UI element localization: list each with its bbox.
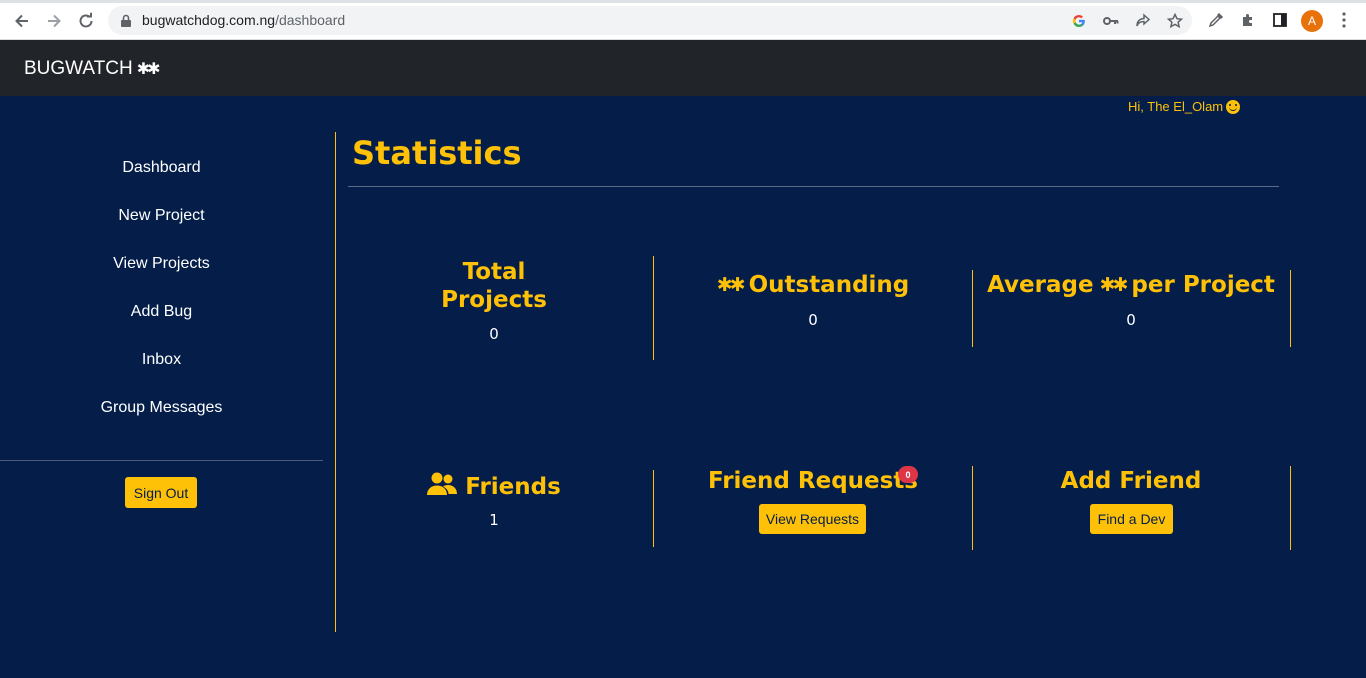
eyedropper-icon[interactable] <box>1206 10 1226 30</box>
stat-outstanding-value: 0 <box>808 311 818 329</box>
sidebar-item-inbox[interactable]: Inbox <box>0 351 323 369</box>
forward-icon[interactable] <box>41 8 67 34</box>
stat-total-projects-line2: Projects <box>441 287 547 313</box>
sidebar-divider <box>0 460 323 461</box>
page-title: Statistics <box>352 134 522 172</box>
browser-toolbar: bugwatchdog.com.ng/dashboard A <box>0 0 1366 40</box>
sidebar-item-view-projects[interactable]: View Projects <box>0 255 323 273</box>
find-a-dev-button[interactable]: Find a Dev <box>1090 504 1173 534</box>
friends-label: Friends <box>465 474 561 500</box>
stat-average-value: 0 <box>1126 311 1136 329</box>
add-friend-title: Add Friend <box>1060 468 1202 494</box>
stat-outstanding-label: Outstanding <box>748 272 910 298</box>
requests-badge: 0 <box>898 466 918 483</box>
url-domain: bugwatchdog.com.ng <box>142 12 276 28</box>
friend-requests-title: Friend Requests <box>707 468 919 494</box>
sidebar-item-dashboard[interactable]: Dashboard <box>0 159 323 177</box>
lock-icon <box>120 13 132 32</box>
stat-average-label-pre: Average <box>987 272 1094 298</box>
title-divider <box>348 186 1279 187</box>
extensions-icon[interactable] <box>1238 10 1258 30</box>
sign-out-button[interactable]: Sign Out <box>125 477 197 508</box>
stat-divider <box>972 270 973 347</box>
menu-kebab-icon[interactable] <box>1334 10 1354 30</box>
sidebar-item-group-messages[interactable]: Group Messages <box>0 399 323 417</box>
stat-total-projects-line1: Total <box>462 259 526 285</box>
stat-divider <box>653 470 654 547</box>
bookmark-star-icon[interactable] <box>1166 12 1184 30</box>
profile-avatar[interactable]: A <box>1301 10 1323 32</box>
stat-divider <box>1290 466 1291 550</box>
bug-icon: ✱✱ <box>136 61 161 78</box>
google-icon[interactable] <box>1070 12 1088 30</box>
user-greeting: Hi, The El_Olam <box>1128 99 1241 114</box>
stat-divider <box>1290 270 1291 347</box>
stat-outstanding-title: ✱✱ Outstanding <box>663 272 963 298</box>
address-bar[interactable]: bugwatchdog.com.ng/dashboard <box>108 6 1192 35</box>
bug-icon: ✱✱ <box>1099 274 1129 296</box>
view-requests-button[interactable]: View Requests <box>759 504 866 534</box>
stat-divider <box>653 256 654 360</box>
share-icon[interactable] <box>1134 12 1152 30</box>
side-panel-icon[interactable] <box>1270 10 1290 30</box>
sidebar-item-add-bug[interactable]: Add Bug <box>0 303 323 321</box>
sidebar-item-new-project[interactable]: New Project <box>0 207 323 225</box>
bug-icon: ✱✱ <box>716 274 746 296</box>
stat-total-projects-value: 0 <box>489 325 499 343</box>
url-text: bugwatchdog.com.ng/dashboard <box>142 12 345 28</box>
tab-strip-edge <box>0 0 1366 3</box>
brand-logo[interactable]: BUGWATCH ✱✱ <box>24 58 161 80</box>
stat-average-label-post: per Project <box>1131 272 1275 298</box>
stat-total-projects-title: Total Projects <box>394 258 594 314</box>
brand-text: BUGWATCH <box>24 58 133 79</box>
friends-count: 1 <box>489 511 499 529</box>
key-icon[interactable] <box>1102 12 1120 30</box>
stat-divider <box>972 466 973 550</box>
greeting-text: Hi, The El_Olam <box>1128 99 1224 114</box>
smiley-icon <box>1226 99 1241 114</box>
friends-title: Friends <box>394 472 594 502</box>
reload-icon[interactable] <box>73 8 99 34</box>
app-navbar: BUGWATCH ✱✱ <box>0 40 1366 96</box>
back-icon[interactable] <box>9 8 35 34</box>
url-path: /dashboard <box>275 12 346 28</box>
stat-average-title: Average ✱✱ per Project <box>981 272 1281 298</box>
users-icon <box>427 472 458 502</box>
sidebar-separator <box>335 132 336 632</box>
